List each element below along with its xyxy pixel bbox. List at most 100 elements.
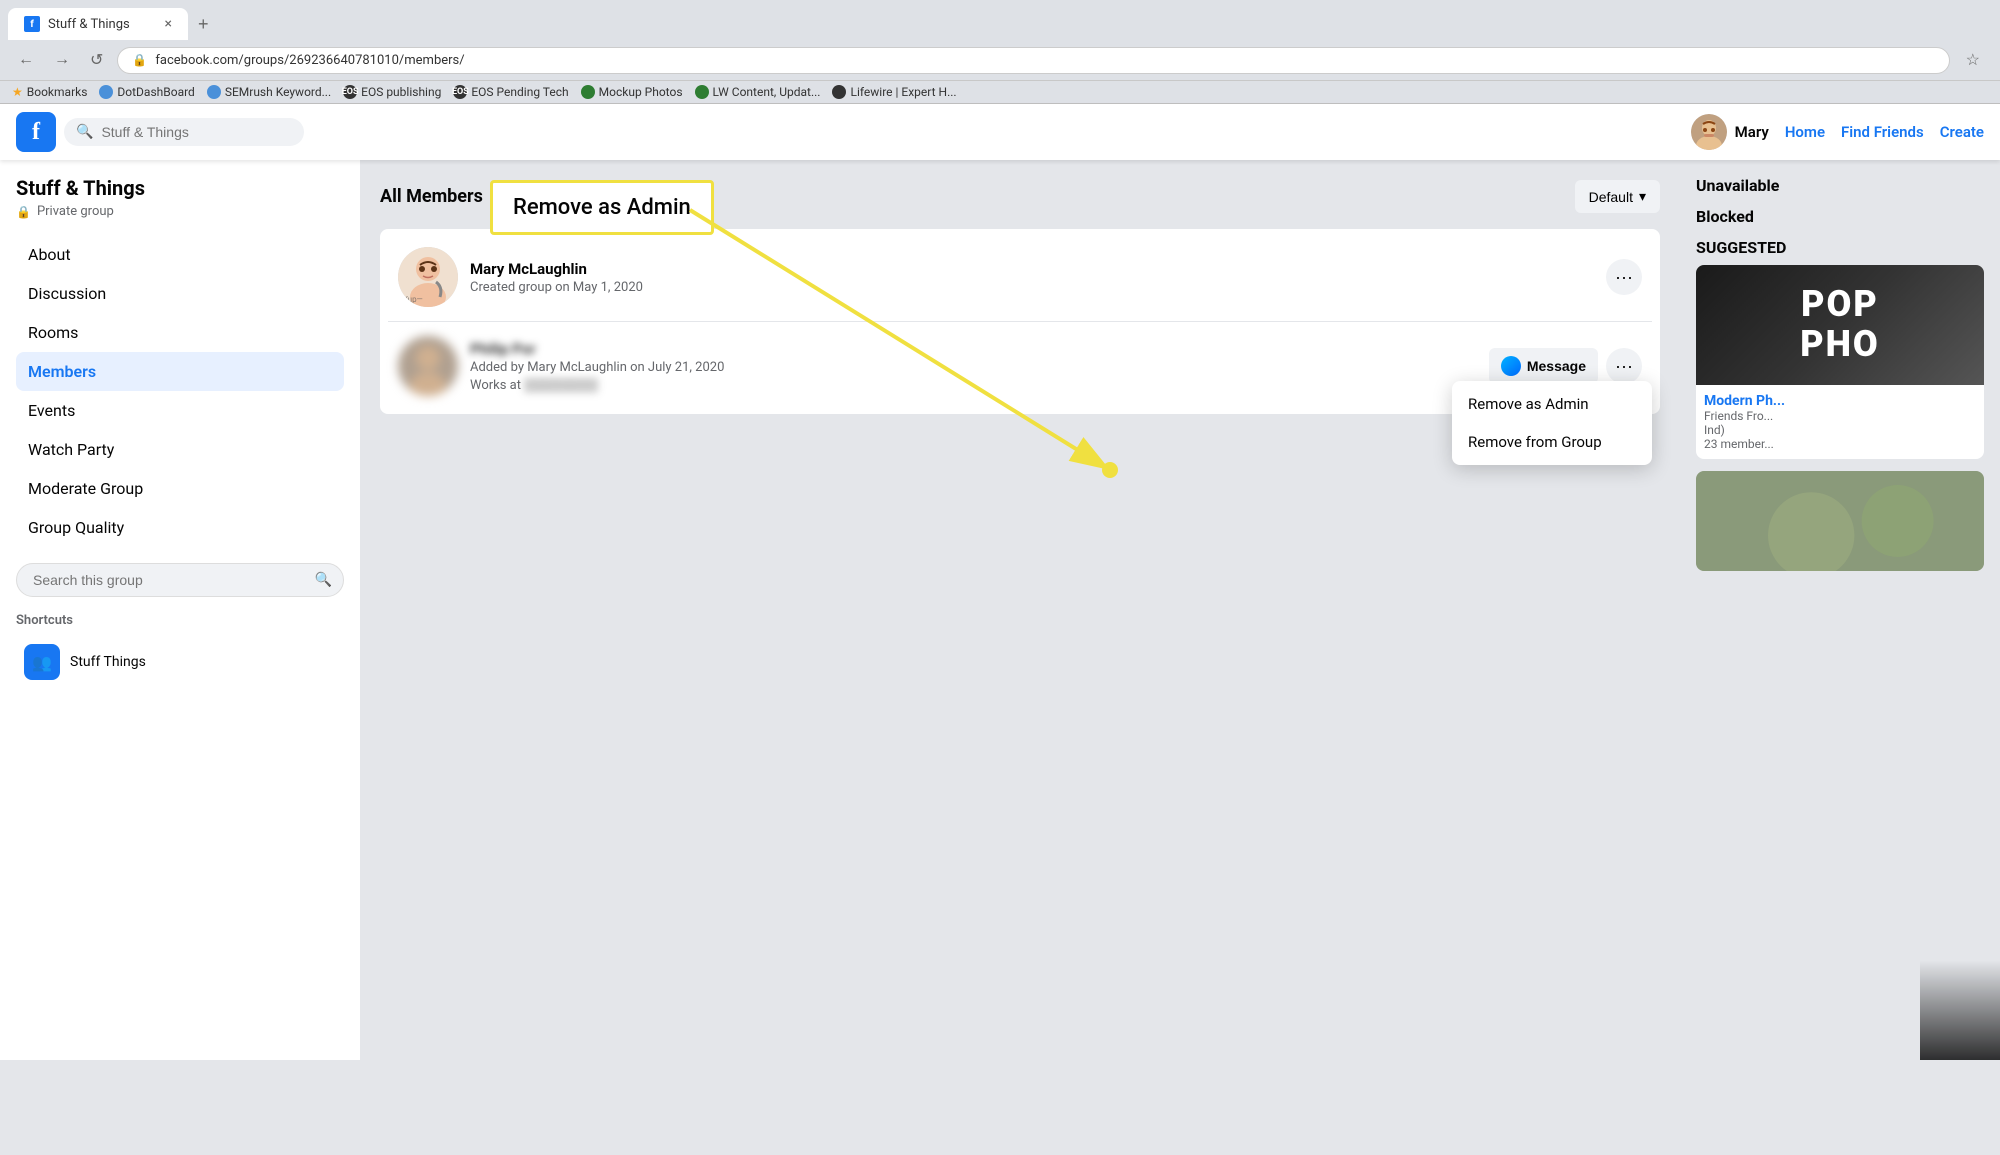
member-name-philip: Philip Por	[470, 340, 536, 358]
bookmark-eos-publishing[interactable]: EOS EOS publishing	[343, 85, 441, 99]
suggested-group-2[interactable]	[1696, 471, 1984, 571]
sidebar-item-about[interactable]: About	[16, 235, 344, 274]
new-tab-button[interactable]: +	[190, 10, 217, 39]
username: Mary	[1735, 123, 1769, 141]
main-layout: Stuff & Things 🔒 Private group About Dis…	[0, 160, 2000, 1060]
message-button[interactable]: Message	[1489, 348, 1598, 384]
member-actions-philip: Message ···	[1489, 348, 1642, 384]
search-group-input[interactable]	[16, 563, 344, 597]
suggested-group-info: Modern Ph... Friends Fro...Ind)23 member…	[1696, 385, 1984, 459]
create-link[interactable]: Create	[1940, 123, 1984, 141]
sidebar-item-discussion[interactable]: Discussion	[16, 274, 344, 313]
active-tab[interactable]: f Stuff & Things ×	[8, 8, 188, 40]
tab-bar: f Stuff & Things × +	[0, 0, 2000, 40]
suggested-group-image-2	[1696, 471, 1984, 571]
url-bar[interactable]: 🔒 facebook.com/groups/269236640781010/me…	[117, 47, 1949, 74]
sidebar-item-rooms[interactable]: Rooms	[16, 313, 344, 352]
bookmark-eos-pending[interactable]: EOS EOS Pending Tech	[453, 85, 568, 99]
bookmark-bar: ★ Bookmarks DotDashBoard SEMrush Keyword…	[0, 80, 2000, 103]
shortcut-label: Stuff Things	[70, 654, 146, 670]
messenger-icon	[1501, 356, 1521, 376]
dropdown-item-remove-group[interactable]: Remove from Group	[1452, 423, 1652, 461]
bookmark-star-button[interactable]: ☆	[1958, 46, 1988, 74]
svg-text:Yup—: Yup—	[403, 295, 423, 304]
address-bar: ← → ↺ 🔒 facebook.com/groups/269236640781…	[0, 40, 2000, 80]
facebook-header: f 🔍 Mary Home Find Friends Create	[0, 104, 2000, 160]
group-type: 🔒 Private group	[16, 204, 344, 219]
refresh-button[interactable]: ↺	[84, 46, 109, 74]
member-actions-mary: ···	[1606, 259, 1642, 295]
bookmarks-label[interactable]: ★ Bookmarks	[12, 85, 87, 99]
forward-button[interactable]: →	[48, 47, 76, 73]
right-sidebar: Unavailable Blocked SUGGESTED POP PHO Mo…	[1680, 160, 2000, 1060]
main-content: All Members Default ▾	[360, 160, 1680, 1060]
search-input[interactable]	[101, 124, 292, 140]
sidebar-item-moderate-group[interactable]: Moderate Group	[16, 469, 344, 508]
more-options-button-mary[interactable]: ···	[1606, 259, 1642, 295]
shortcuts-section: Shortcuts 👥 Stuff Things	[16, 613, 344, 688]
default-sort-button[interactable]: Default ▾	[1575, 180, 1660, 213]
bookmark-mockup-photos[interactable]: Mockup Photos	[581, 85, 683, 99]
tab-close-button[interactable]: ×	[165, 16, 172, 32]
back-button[interactable]: ←	[12, 47, 40, 73]
member-row-philip: Philip Por Added by Mary McLaughlin on J…	[388, 326, 1652, 406]
member-row: Yup— Mary McLaughlin Created group on Ma…	[388, 237, 1652, 317]
member-info-mary: Mary McLaughlin Created group on May 1, …	[470, 260, 1594, 295]
search-bar[interactable]: 🔍	[64, 118, 304, 146]
user-profile[interactable]: Mary	[1691, 114, 1769, 150]
suggested-group-image-text: POP PHO	[1800, 285, 1880, 364]
sidebar-navigation: About Discussion Rooms Members Events Wa…	[16, 235, 344, 547]
tab-title: Stuff & Things	[48, 17, 130, 32]
member-meta-mary: Created group on May 1, 2020	[470, 280, 1594, 295]
sidebar-item-members[interactable]: Members	[16, 352, 344, 391]
member-meta-philip-added: Added by Mary McLaughlin on July 21, 202…	[470, 360, 1477, 375]
more-options-button-philip[interactable]: ···	[1606, 348, 1642, 384]
lock-icon: 🔒	[16, 205, 31, 219]
dropdown-item-remove-admin[interactable]: Remove as Admin	[1452, 385, 1652, 423]
group-name: Stuff & Things	[16, 176, 344, 200]
bookmark-dotdashboard[interactable]: DotDashBoard	[99, 85, 194, 99]
suggested-group[interactable]: POP PHO Modern Ph... Friends Fro...Ind)2…	[1696, 265, 1984, 459]
sidebar-item-watch-party[interactable]: Watch Party	[16, 430, 344, 469]
suggested-title: SUGGESTED	[1696, 238, 1984, 257]
lock-icon: 🔒	[132, 53, 147, 67]
header-right: Mary Home Find Friends Create	[1691, 114, 1984, 150]
browser-chrome: f Stuff & Things × + ← → ↺ 🔒 facebook.co…	[0, 0, 2000, 104]
member-avatar-mary: Yup—	[398, 247, 458, 307]
member-info-philip: Philip Por Added by Mary McLaughlin on J…	[470, 340, 1477, 393]
unavailable-section: Unavailable	[1696, 176, 1984, 195]
facebook-logo: f	[16, 112, 56, 152]
search-icon: 🔍	[315, 572, 332, 588]
tab-favicon: f	[24, 16, 40, 32]
member-avatar-philip	[398, 336, 458, 396]
dropdown-menu: Remove as Admin Remove from Group	[1452, 381, 1652, 465]
suggested-group-name: Modern Ph...	[1704, 393, 1976, 409]
left-sidebar: Stuff & Things 🔒 Private group About Dis…	[0, 160, 360, 1060]
member-divider	[388, 321, 1652, 322]
shortcut-icon: 👥	[24, 644, 60, 680]
bookmark-lw-content[interactable]: LW Content, Updat...	[695, 85, 821, 99]
url-text: facebook.com/groups/269236640781010/memb…	[155, 53, 464, 68]
suggested-group-meta: Friends Fro...Ind)23 member...	[1704, 409, 1976, 451]
find-friends-link[interactable]: Find Friends	[1841, 123, 1924, 141]
search-icon: 🔍	[76, 124, 93, 140]
members-list: Yup— Mary McLaughlin Created group on Ma…	[380, 229, 1660, 414]
member-name-mary: Mary McLaughlin	[470, 260, 1594, 278]
sidebar-search[interactable]: 🔍	[16, 563, 344, 597]
unavailable-title: Unavailable	[1696, 176, 1984, 195]
blocked-title: Blocked	[1696, 207, 1984, 226]
bookmark-semrush[interactable]: SEMrush Keyword...	[207, 85, 331, 99]
home-link[interactable]: Home	[1785, 123, 1825, 141]
members-header: All Members Default ▾	[380, 180, 1660, 213]
suggested-group-image: POP PHO	[1696, 265, 1984, 385]
member-meta-philip-works: Works at ▒▒▒▒▒▒▒▒	[470, 377, 1477, 393]
sidebar-item-group-quality[interactable]: Group Quality	[16, 508, 344, 547]
avatar	[1691, 114, 1727, 150]
shortcuts-title: Shortcuts	[16, 613, 344, 628]
sidebar-item-events[interactable]: Events	[16, 391, 344, 430]
members-title: All Members	[380, 186, 483, 207]
blocked-section: Blocked	[1696, 207, 1984, 226]
suggested-section: SUGGESTED POP PHO Modern Ph... Friends F…	[1696, 238, 1984, 571]
bookmark-lifewire[interactable]: Lifewire | Expert H...	[832, 85, 956, 99]
shortcut-stuff-things[interactable]: 👥 Stuff Things	[16, 636, 344, 688]
